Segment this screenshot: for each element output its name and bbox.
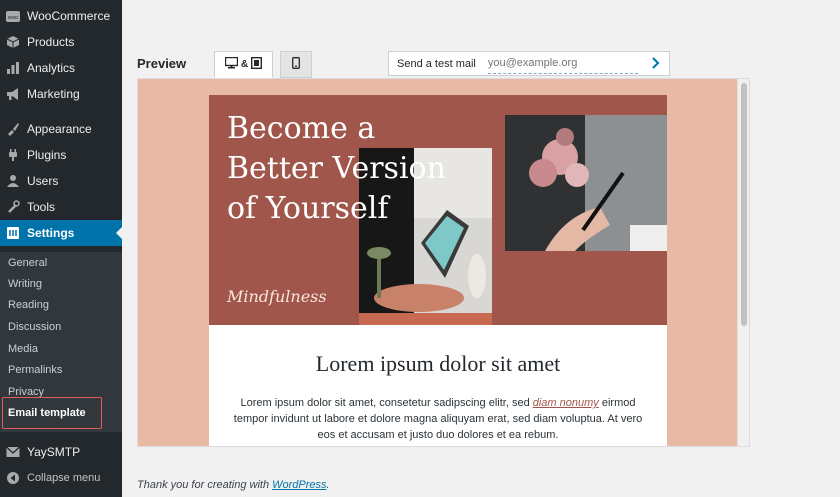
menu-item-settings[interactable]: Settings: [0, 220, 122, 246]
wordpress-link[interactable]: WordPress: [272, 479, 326, 491]
tablet-icon: [251, 56, 263, 72]
appearance-icon: [6, 122, 20, 136]
active-indicator: [116, 227, 122, 239]
preview-scrollbar[interactable]: [737, 79, 749, 446]
submenu-item-media[interactable]: Media: [8, 343, 38, 355]
submenu-item-permalinks[interactable]: Permalinks: [8, 364, 62, 376]
menu-label: Collapse menu: [27, 472, 101, 484]
paragraph-link[interactable]: diam nonumy: [533, 397, 599, 409]
test-mail-label: Send a test mail: [397, 57, 476, 70]
scrollbar-thumb[interactable]: [741, 83, 747, 326]
tab-ampersand: &: [240, 59, 249, 70]
menu-item-appearance[interactable]: Appearance: [0, 116, 122, 142]
footer-text: .: [326, 479, 330, 491]
products-icon: [6, 35, 20, 49]
menu-item-users[interactable]: Users: [0, 168, 122, 194]
highlight-box: [2, 397, 102, 429]
collapse-menu-button[interactable]: Collapse menu: [0, 465, 122, 491]
menu-label: WooCommerce: [27, 9, 111, 23]
desktop-icon: [224, 56, 239, 72]
footer-text: Thank you for creating with: [137, 479, 273, 491]
collapse-icon: [6, 471, 20, 485]
menu-item-products[interactable]: Products: [0, 29, 122, 55]
woocommerce-icon: woo: [6, 9, 20, 23]
submenu-item-writing[interactable]: Writing: [8, 278, 42, 290]
mobile-icon: [292, 57, 300, 72]
submenu-item-general[interactable]: General: [8, 257, 47, 269]
test-mail-input[interactable]: [487, 53, 638, 74]
svg-text:woo: woo: [8, 15, 18, 21]
email-heading: Lorem ipsum dolor sit amet: [315, 351, 561, 376]
plugins-icon: [6, 148, 20, 162]
submenu-item-discussion[interactable]: Discussion: [8, 321, 61, 333]
menu-label: Settings: [27, 226, 75, 240]
menu-item-yaysmtp[interactable]: YaySMTP: [0, 439, 122, 465]
hero-script-text: Mindfulness: [227, 287, 327, 306]
marketing-icon: [6, 87, 20, 101]
menu-item-tools[interactable]: Tools: [0, 194, 122, 220]
analytics-icon: [6, 61, 20, 75]
users-icon: [6, 174, 20, 188]
submenu-item-reading[interactable]: Reading: [8, 299, 49, 311]
footer-thankyou: Thank you for creating with WordPress.: [137, 479, 330, 491]
send-test-mail-bar: Send a test mail: [388, 51, 670, 76]
menu-item-woocommerce[interactable]: woo WooCommerce: [0, 3, 122, 29]
chevron-right-icon[interactable]: [651, 56, 661, 73]
menu-label: Plugins: [27, 148, 67, 162]
preview-title: Preview: [137, 56, 187, 71]
email-template: Become a Better Version of Yourself Mind…: [209, 95, 667, 446]
paragraph-text: Lorem ipsum dolor sit amet, consetetur s…: [240, 397, 533, 409]
menu-label: Marketing: [27, 87, 80, 101]
flowers-photo: [505, 115, 667, 251]
email-preview-frame: Become a Better Version of Yourself Mind…: [137, 78, 750, 447]
email-paragraph: Lorem ipsum dolor sit amet, consetetur s…: [227, 395, 649, 443]
hero-title: Become a Better Version of Yourself: [227, 111, 446, 226]
menu-item-marketing[interactable]: Marketing: [0, 81, 122, 107]
desktop-preview-tab[interactable]: &: [214, 51, 273, 78]
mobile-preview-tab[interactable]: [280, 51, 312, 78]
email-body: Lorem ipsum dolor sit amet Lorem ipsum d…: [209, 325, 667, 446]
menu-item-plugins[interactable]: Plugins: [0, 142, 122, 168]
menu-label: Users: [27, 174, 59, 188]
yaysmtp-icon: [6, 445, 20, 459]
menu-label: Products: [27, 35, 75, 49]
menu-label: Analytics: [27, 61, 76, 75]
email-hero: Become a Better Version of Yourself Mind…: [209, 95, 667, 325]
menu-item-analytics[interactable]: Analytics: [0, 55, 122, 81]
menu-label: Tools: [27, 200, 56, 214]
admin-sidebar: woo WooCommerce Products Analytics Marke…: [0, 0, 122, 497]
menu-label: Appearance: [27, 122, 92, 136]
settings-icon: [6, 226, 20, 240]
tools-icon: [6, 200, 20, 214]
menu-label: YaySMTP: [27, 445, 81, 459]
